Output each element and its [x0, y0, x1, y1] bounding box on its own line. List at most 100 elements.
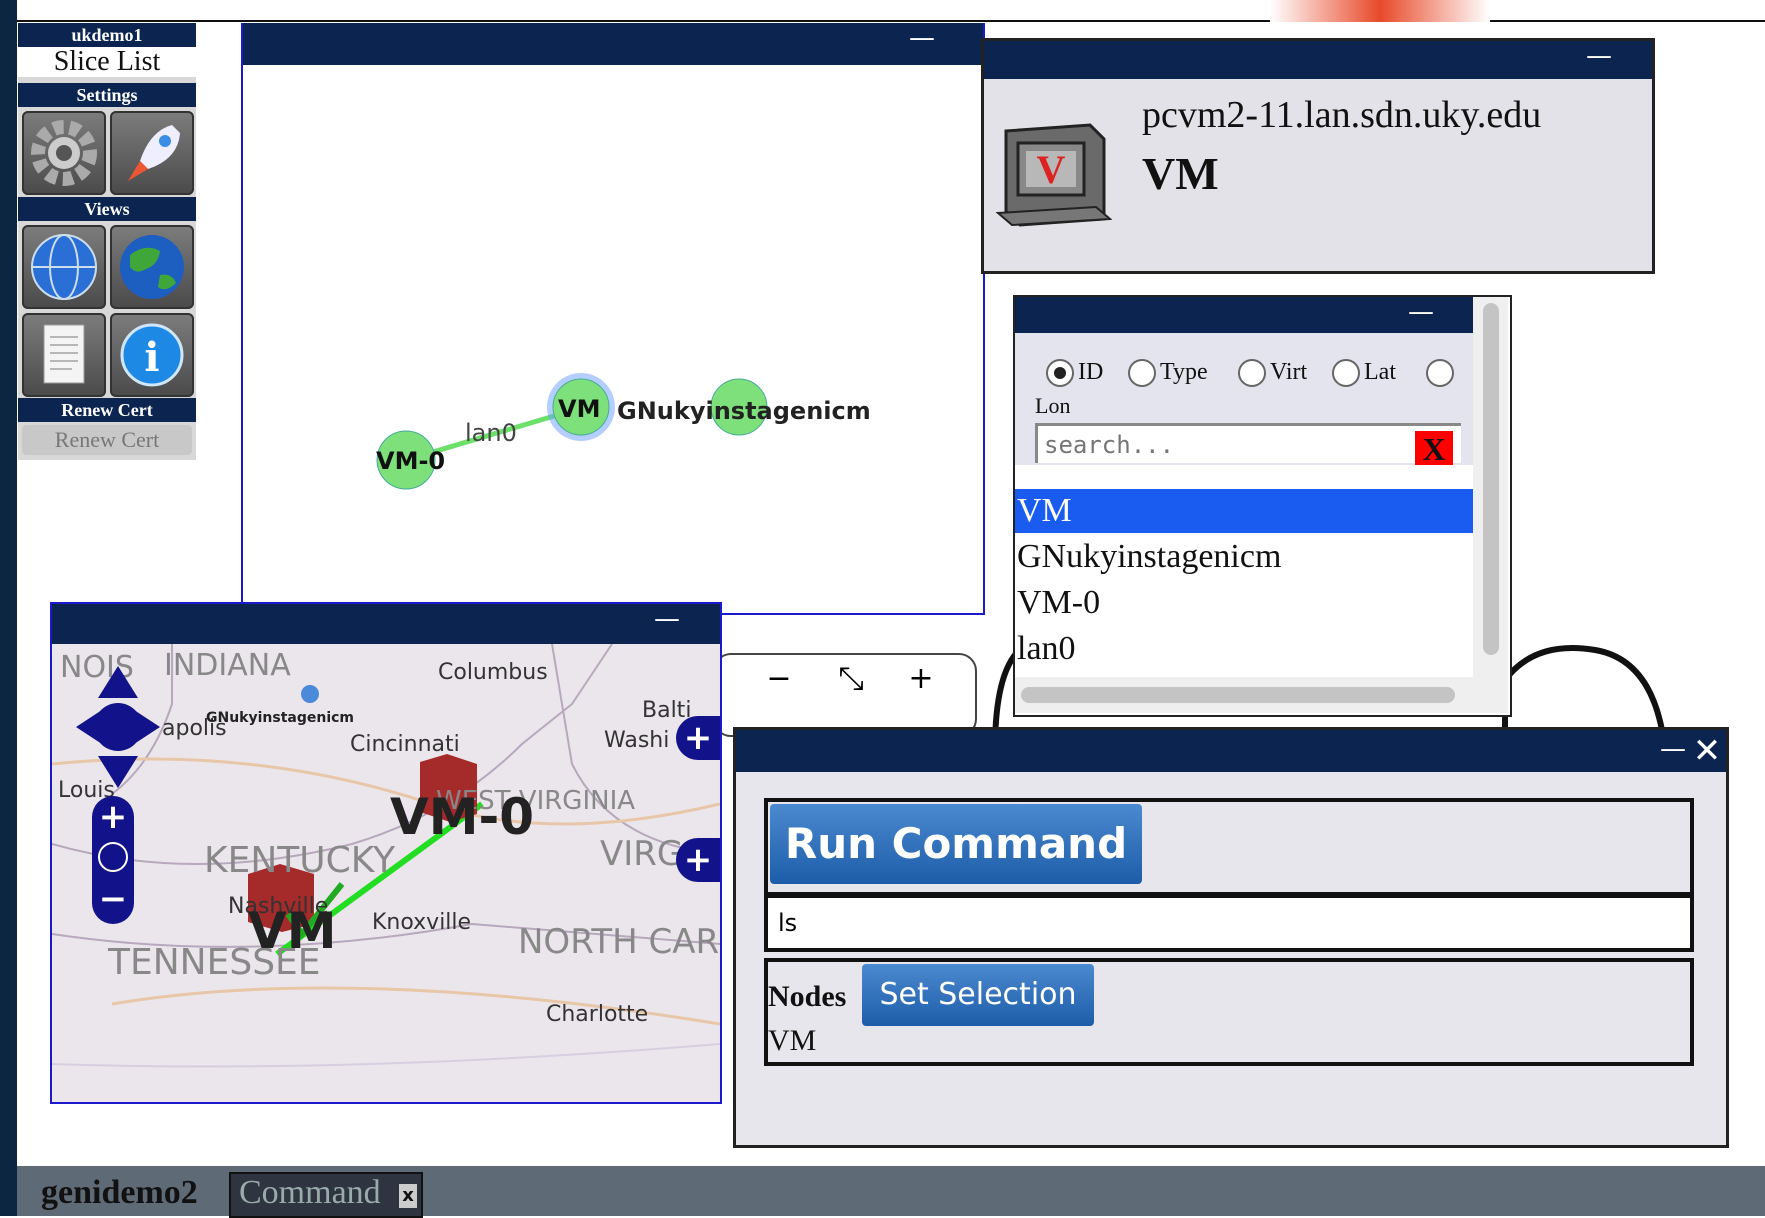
views-header: Views: [18, 197, 196, 221]
map-zoom-world-icon[interactable]: [98, 842, 128, 872]
map-label-knoxville: Knoxville: [372, 910, 472, 935]
command-titlebar: — ✕: [736, 730, 1726, 772]
node-search-panel: — ID Type Virt Lat Lon X VM GNukyinstage…: [1013, 295, 1512, 717]
link-lan0-label: lan0: [465, 419, 517, 447]
search-input[interactable]: [1035, 423, 1461, 463]
user-name: ukdemo1: [18, 23, 196, 47]
command-minimize-button[interactable]: —: [1660, 734, 1686, 770]
map-pan-control[interactable]: [72, 662, 164, 792]
slice-list-link[interactable]: Slice List: [18, 47, 196, 77]
info-icon: i: [120, 323, 184, 387]
earth-icon: [120, 235, 184, 299]
info-button[interactable]: i: [110, 313, 194, 397]
map-zoom-in-button[interactable]: +: [92, 800, 134, 834]
filter-label-type: Type: [1160, 359, 1208, 385]
node-gnukyinstagenicm-label: GNukyinstagenicm: [617, 397, 871, 425]
host-type: VM: [1142, 148, 1219, 199]
search-minimize-button[interactable]: —: [1408, 297, 1434, 333]
host-info-titlebar: —: [984, 41, 1652, 79]
search-clear-button[interactable]: X: [1415, 431, 1453, 467]
pan-up-icon: [98, 666, 138, 698]
slice-name: genidemo2: [41, 1174, 198, 1211]
filter-radio-id[interactable]: [1046, 359, 1074, 387]
run-command-row: Run Command: [764, 798, 1694, 896]
list-item-gnukyinstagenicm[interactable]: GNukyinstagenicm: [1017, 535, 1281, 579]
renew-cert-button[interactable]: Renew Cert: [22, 425, 192, 455]
map-minimize-button[interactable]: —: [654, 604, 680, 640]
nodes-label: Nodes: [768, 980, 847, 1013]
vertical-scrollbar[interactable]: [1473, 297, 1508, 713]
filter-label-lon: Lon: [1035, 393, 1071, 418]
command-panel: — ✕ Run Command Nodes Set Selection VM: [733, 727, 1729, 1148]
command-tab-label: Command: [239, 1174, 381, 1211]
list-item-selected-highlight: [1015, 489, 1473, 533]
map-node-vm-0-label: VM-0: [390, 788, 534, 846]
topology-minimize-button[interactable]: —: [909, 23, 935, 59]
sidebar: ukdemo1 Slice List Settings Views i Rene…: [18, 23, 196, 460]
map-label-kentucky: KENTUCKY: [204, 840, 396, 881]
command-tab[interactable]: Command x: [229, 1172, 423, 1218]
map-label-charlotte: Charlotte: [546, 1002, 649, 1027]
filter-radio-group: ID Type Virt Lat: [1046, 359, 1476, 399]
map-canvas[interactable]: NOIS INDIANA Columbus Balti Washi apolis…: [52, 644, 720, 1102]
search-titlebar: —: [1015, 297, 1474, 333]
selected-nodes-value: VM: [768, 1024, 817, 1057]
network-view-button[interactable]: [22, 225, 106, 309]
launch-button[interactable]: [110, 111, 194, 195]
rocket-icon: [128, 125, 180, 181]
host-info-minimize-button[interactable]: —: [1586, 41, 1612, 77]
run-command-button[interactable]: Run Command: [770, 804, 1142, 884]
vertical-scrollbar-thumb[interactable]: [1483, 303, 1499, 655]
map-layer-switcher-button[interactable]: +: [676, 716, 720, 760]
zoom-in-button[interactable]: +: [901, 661, 941, 696]
command-tab-close-button[interactable]: x: [399, 1184, 417, 1208]
map-node-vm-label: VM: [248, 902, 337, 960]
filter-radio-type[interactable]: [1128, 359, 1156, 387]
command-close-button[interactable]: ✕: [1690, 730, 1724, 772]
map-label-indiana: INDIANA: [164, 648, 291, 683]
renew-cert-header: Renew Cert: [18, 398, 196, 422]
topology-panel: — VM GNukyinstagenicm VM-0 lan0 − ⤡ +: [241, 23, 985, 737]
map-label-washington: Washi: [604, 728, 670, 753]
graph-zoom-controls: − ⤡ +: [713, 653, 977, 737]
map-label-virginia: VIRG: [600, 834, 684, 874]
list-item-lan0[interactable]: lan0: [1017, 627, 1076, 671]
settings-button[interactable]: [22, 111, 106, 195]
bottom-tab-bar: genidemo2 Command x: [17, 1166, 1765, 1218]
list-item-vm[interactable]: VM: [1017, 489, 1072, 533]
map-marker-gnukyinstagenicm-label: GNukyinstagenicm: [206, 710, 355, 726]
svg-text:i: i: [144, 334, 159, 381]
map-overview-button[interactable]: +: [676, 838, 720, 882]
horizontal-scrollbar[interactable]: [1015, 677, 1473, 713]
filter-radio-virt[interactable]: [1238, 359, 1266, 387]
map-zoom-bar: + −: [92, 796, 134, 924]
topology-titlebar: —: [243, 23, 983, 65]
filter-label-virt: Virt: [1270, 359, 1308, 385]
command-input[interactable]: [764, 894, 1694, 952]
map-panel: — NOIS INDIANA Columbus Balti Washi apol…: [50, 602, 722, 1104]
horizontal-scrollbar-thumb[interactable]: [1021, 687, 1455, 703]
list-item-vm-0[interactable]: VM-0: [1017, 581, 1100, 625]
filter-radio-lon[interactable]: [1426, 359, 1454, 387]
node-vm-0-label: VM-0: [376, 447, 446, 475]
topology-graph: [376, 373, 768, 490]
rspec-view-button[interactable]: [22, 313, 106, 397]
filter-radio-lat[interactable]: [1332, 359, 1360, 387]
map-titlebar: —: [52, 604, 720, 644]
map-label-columbus: Columbus: [438, 660, 548, 685]
map-label-north-carolina: NORTH CAR: [518, 922, 720, 962]
map-zoom-out-button[interactable]: −: [92, 882, 134, 916]
host-name: pcvm2-11.lan.sdn.uky.edu: [1142, 94, 1542, 136]
map-view-button[interactable]: [110, 225, 194, 309]
fit-graph-button[interactable]: ⤡: [831, 659, 871, 698]
page-left-edge: [0, 0, 17, 1216]
background-logo-red: [1270, 0, 1490, 22]
globe-icon: [31, 234, 97, 300]
settings-header: Settings: [18, 83, 196, 107]
set-selection-button[interactable]: Set Selection: [862, 964, 1094, 1026]
page-top-strip: [17, 0, 1765, 22]
svg-text:V: V: [1037, 147, 1066, 192]
zoom-out-button[interactable]: −: [759, 661, 799, 696]
vm-computer-icon: V: [995, 123, 1112, 227]
filter-label-lat: Lat: [1364, 359, 1396, 385]
